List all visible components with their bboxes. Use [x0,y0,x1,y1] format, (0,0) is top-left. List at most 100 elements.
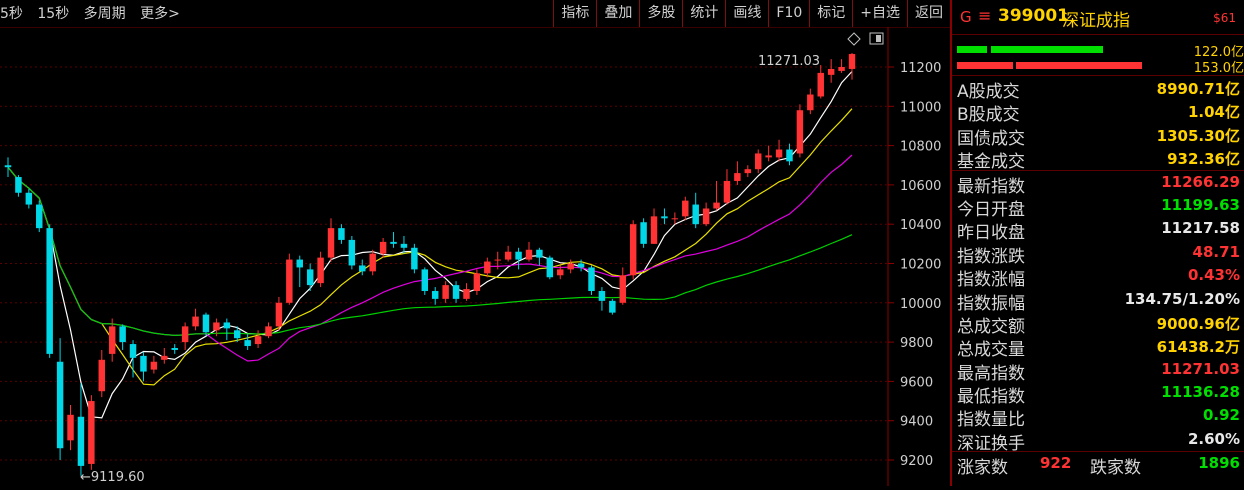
stat-label: 今日开盘 [957,199,1025,220]
kline-svg[interactable]: 11200 11000 10800 10600 10400 10200 10000 9800 9… [0,27,950,486]
candle [202,312,210,337]
candle-body [525,249,533,260]
y-tick-label: 9600 [900,375,933,390]
candle-body [254,336,262,345]
y-tick-label: 9400 [900,415,933,430]
stat-value: 134.75/1.20% [1124,289,1240,308]
overlay-button[interactable]: 叠加 [596,0,639,27]
candle [484,257,491,278]
candle-body [119,326,126,343]
candle-body [473,273,481,292]
y-tick-label: 10800 [900,140,941,155]
panel-toggle-icon[interactable] [869,32,884,45]
candle-body [223,322,231,329]
candle-body [46,228,53,354]
candle-body [15,177,22,193]
candle-body [536,249,543,258]
candle-body [275,302,283,327]
f10-button[interactable]: F10 [768,0,809,27]
stat-row: 总成交量 61438.2万 [952,334,1244,360]
stat-row: 总成交额 9000.96亿 [952,311,1244,337]
candle-body [390,241,397,244]
candle [119,324,126,350]
candle-body [671,218,679,220]
stat-value: 11199.63 [1161,195,1240,214]
candle-body [661,216,668,219]
up-count-value: 922 [1040,454,1072,473]
stat-label: 最新指数 [957,176,1025,197]
diamond-icon[interactable] [847,32,861,46]
candle [702,202,710,227]
candle [619,267,626,305]
candle [775,139,783,162]
candle [140,351,147,382]
candle-body [56,361,64,449]
candle [369,249,376,276]
candle [348,235,356,270]
candle [46,224,53,358]
stats-rows: A股成交 8990.71亿 B股成交 1.04亿 国债成交 1305.30亿 基金成交 932… [952,76,1244,454]
period-more[interactable]: 更多> [140,6,180,22]
stat-label: A股成交 [957,82,1020,102]
add-watchlist-button[interactable]: +自选 [852,0,907,27]
candle [359,259,366,276]
back-button[interactable]: 返回 [907,0,950,27]
indicator-button[interactable]: 指标 [553,0,596,27]
candle-body [4,165,12,168]
ma5-line [7,71,853,419]
menu-icon[interactable]: ≡ [978,6,991,25]
y-tick-label: 11000 [900,100,941,115]
period-15s[interactable]: 15秒 [37,6,69,22]
draw-line-button[interactable]: 画线 [725,0,768,27]
candle-body [557,269,564,276]
stat-label: 昨日收盘 [957,223,1025,244]
candle-body [77,416,85,466]
kline-chart[interactable]: 11200 11000 10800 10600 10400 10200 10000 9800 9… [0,27,950,486]
candle-body [744,169,752,174]
y-tick-label: 10200 [900,258,941,273]
candle-body [817,72,824,97]
candle [744,165,752,178]
candle [327,218,335,262]
stat-value: 0.43% [1187,266,1240,285]
candle-body [796,110,804,154]
stat-label: 最低指数 [957,387,1025,408]
y-tick-label: 11200 [900,61,941,76]
candle [682,196,689,221]
stat-row: 指数涨幅 0.43% [952,264,1244,290]
mark-button[interactable]: 标记 [809,0,852,27]
stat-value: 0.92 [1202,406,1240,425]
period-multi[interactable]: 多周期 [84,6,126,22]
candle-body [588,267,595,292]
candle [36,200,43,233]
stat-row: 深证换手 2.60% [952,428,1244,454]
candle-body [67,414,74,441]
candle-body [848,54,856,69]
candle-body [546,257,554,278]
candle [286,253,293,305]
candle-body [359,265,366,272]
candle-body [650,216,658,244]
candle-body [296,259,303,268]
high-price-label: 11271.03 [758,54,820,69]
stat-label: 最高指数 [957,363,1025,384]
candle-body [609,300,616,313]
candle-body [754,153,762,170]
candle [56,338,64,460]
stat-row: 最新指数 11266.29 [952,171,1244,197]
stat-value: 48.71 [1192,242,1240,261]
candle-body [234,330,241,339]
statistics-button[interactable]: 统计 [682,0,725,27]
candle-body [682,200,689,217]
y-tick-label: 10600 [900,179,941,194]
period-5s[interactable]: 5秒 [0,6,23,22]
stat-row: 昨日收盘 11217.58 [952,217,1244,244]
buy-bar-1 [957,46,987,53]
y-tick-label: 10000 [900,297,941,312]
candle-body [171,347,178,350]
sell-bar-1 [957,62,1013,69]
down-count-label: 跌家数 [1090,458,1141,479]
candle-body [88,401,95,464]
multi-stock-button[interactable]: 多股 [639,0,682,27]
stat-label: 国债成交 [957,128,1025,149]
